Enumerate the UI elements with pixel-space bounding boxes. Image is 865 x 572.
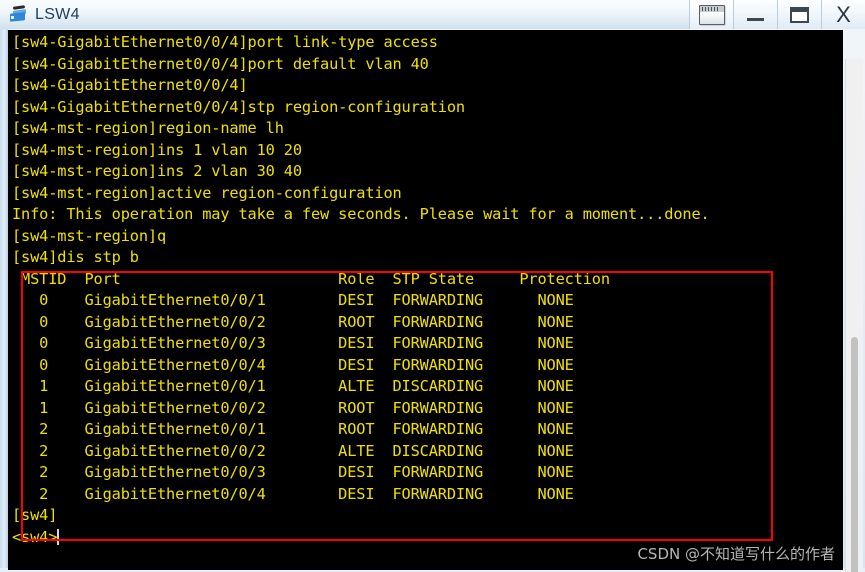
console-line: [sw4] (12, 506, 58, 524)
terminal-icon (698, 4, 725, 25)
console-line: Info: This operation may take a few seco… (12, 205, 710, 223)
scrollbar-thumb[interactable] (851, 337, 858, 572)
watermark-text: CSDN @不知道写什么的作者 (637, 545, 835, 563)
console-line: [sw4-mst-region]ins 1 vlan 10 20 (12, 140, 302, 159)
console-line: [sw4-GigabitEthernet0/0/4]port default v… (12, 54, 429, 73)
console-line: 0 GigabitEthernet0/0/4 DESI FORWARDING N… (12, 355, 574, 374)
close-button[interactable]: X (821, 0, 865, 29)
vertical-scrollbar[interactable] (845, 59, 863, 572)
console-line: 0 GigabitEthernet0/0/1 DESI FORWARDING N… (12, 291, 574, 309)
maximize-icon (790, 6, 809, 23)
maximize-button[interactable] (777, 0, 821, 29)
console-output[interactable]: [sw4-GigabitEthernet0/0/4]port link-type… (8, 30, 843, 570)
console-line: MSTID Port Role STP State Protection (12, 269, 610, 288)
console-line: [sw4-GigabitEthernet0/0/4]port link-type… (12, 33, 438, 51)
title-bar: LSW4 X (0, 0, 865, 29)
window-border-left (0, 29, 8, 572)
switch-icon (9, 4, 29, 24)
close-icon: X (836, 1, 851, 27)
console-line: [sw4-GigabitEthernet0/0/4] (12, 76, 248, 94)
console-line: [sw4-mst-region]q (12, 226, 167, 245)
console-line: 0 GigabitEthernet0/0/2 ROOT FORWARDING N… (12, 312, 574, 331)
window-frame: [sw4-GigabitEthernet0/0/4]port link-type… (0, 29, 865, 572)
console-line: 2 GigabitEthernet0/0/1 ROOT FORWARDING N… (12, 420, 574, 438)
minimize-icon (747, 17, 764, 21)
console-line: 2 GigabitEthernet0/0/2 ALTE DISCARDING N… (12, 441, 574, 460)
window-controls: X (689, 0, 865, 29)
minimize-button[interactable] (733, 0, 777, 29)
console-line: 2 GigabitEthernet0/0/3 DESI FORWARDING N… (12, 463, 574, 481)
console-line: [sw4-mst-region]ins 2 vlan 30 40 (12, 162, 302, 180)
terminal-window: LSW4 X [sw4-GigabitEthernet0/0/4]port li… (0, 0, 865, 572)
console-line: [sw4-GigabitEthernet0/0/4]stp region-con… (12, 97, 465, 116)
console-line: 1 GigabitEthernet0/0/1 ALTE DISCARDING N… (12, 377, 574, 395)
console-line-list: [sw4-GigabitEthernet0/0/4]port link-type… (12, 32, 842, 548)
title-bar-left: LSW4 (0, 0, 80, 29)
console-line: [sw4-mst-region]region-name lh (12, 119, 284, 137)
console-line: 0 GigabitEthernet0/0/3 DESI FORWARDING N… (12, 334, 574, 352)
console-line: 1 GigabitEthernet0/0/2 ROOT FORWARDING N… (12, 398, 574, 417)
window-title: LSW4 (35, 5, 80, 23)
terminal-view-button[interactable] (689, 0, 733, 29)
console-line: [sw4]dis stp b (12, 248, 139, 266)
console-line: 2 GigabitEthernet0/0/4 DESI FORWARDING N… (12, 484, 574, 503)
console-line: [sw4-mst-region]active region-configurat… (12, 183, 402, 202)
